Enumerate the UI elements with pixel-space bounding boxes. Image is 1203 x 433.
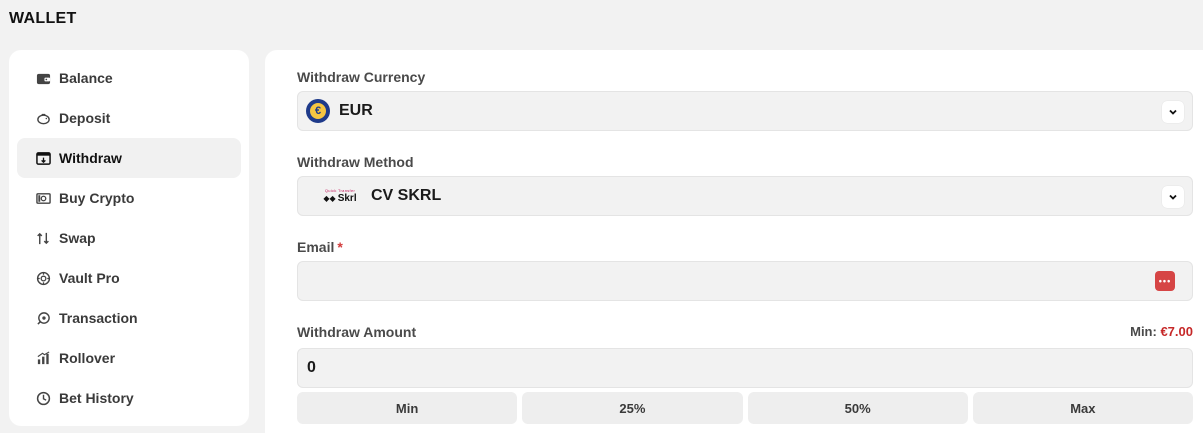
- vault-icon: [35, 270, 51, 286]
- transaction-icon: [35, 310, 51, 326]
- withdraw-method-label: Withdraw Method: [297, 154, 414, 170]
- euro-coin-icon: €: [306, 99, 330, 123]
- currency-value: EUR: [339, 102, 373, 119]
- sidebar-item-deposit[interactable]: Deposit: [17, 98, 241, 138]
- email-label: Email *: [297, 239, 343, 255]
- sidebar-item-label: Buy Crypto: [59, 190, 135, 206]
- email-field[interactable]: •••: [297, 261, 1193, 301]
- withdraw-icon: [35, 150, 51, 166]
- withdraw-amount-input[interactable]: 0: [297, 348, 1193, 388]
- skrill-logo-icon: Quick Transfer ◆◆ Skrl: [323, 188, 357, 204]
- withdraw-panel: Withdraw Currency € EUR Withdraw Method …: [265, 50, 1203, 433]
- rollover-icon: [35, 350, 51, 366]
- 25-percent-button[interactable]: 25%: [522, 392, 743, 424]
- sidebar-item-label: Balance: [59, 70, 113, 86]
- password-manager-icon[interactable]: •••: [1155, 271, 1175, 291]
- sidebar-item-withdraw[interactable]: Withdraw: [17, 138, 241, 178]
- withdraw-currency-label: Withdraw Currency: [297, 69, 426, 85]
- withdraw-amount-label: Withdraw Amount: [297, 324, 417, 340]
- chevron-down-icon[interactable]: [1162, 186, 1184, 208]
- min-button[interactable]: Min: [297, 392, 518, 424]
- sidebar-item-label: Deposit: [59, 110, 111, 126]
- sidebar-item-vault-pro[interactable]: Vault Pro: [17, 258, 241, 298]
- sidebar-item-label: Bet History: [59, 390, 134, 406]
- withdraw-method-select[interactable]: Quick Transfer ◆◆ Skrl CV SKRL: [297, 176, 1193, 216]
- sidebar-item-label: Swap: [59, 230, 96, 246]
- min-amount-hint: Min: €7.00: [1130, 324, 1193, 339]
- piggy-bank-icon: [35, 110, 51, 126]
- sidebar-item-label: Transaction: [59, 310, 138, 326]
- sidebar-item-label: Withdraw: [59, 150, 122, 166]
- sidebar-item-transaction[interactable]: Transaction: [17, 298, 241, 338]
- wallet-icon: [35, 70, 51, 86]
- sidebar-item-bet-history[interactable]: Bet History: [17, 378, 241, 418]
- sidebar-item-swap[interactable]: Swap: [17, 218, 241, 258]
- sidebar-item-balance[interactable]: Balance: [17, 58, 241, 98]
- chevron-down-icon[interactable]: [1162, 101, 1184, 123]
- sidebar-item-rollover[interactable]: Rollover: [17, 338, 241, 378]
- sidebar-item-buy-crypto[interactable]: Buy Crypto: [17, 178, 241, 218]
- method-value: CV SKRL: [371, 187, 442, 204]
- quick-amount-buttons: Min 25% 50% Max: [297, 392, 1193, 424]
- cash-icon: [35, 190, 51, 206]
- 50-percent-button[interactable]: 50%: [747, 392, 968, 424]
- required-mark: *: [337, 239, 343, 255]
- wallet-sidebar: Balance Deposit Withdraw Buy Crypto Swap…: [9, 50, 249, 426]
- sidebar-item-label: Rollover: [59, 350, 116, 366]
- page-title: WALLET: [9, 10, 77, 27]
- withdraw-currency-select[interactable]: € EUR: [297, 91, 1193, 131]
- history-icon: [35, 390, 51, 406]
- max-button[interactable]: Max: [972, 392, 1193, 424]
- swap-icon: [35, 230, 51, 246]
- sidebar-item-label: Vault Pro: [59, 270, 120, 286]
